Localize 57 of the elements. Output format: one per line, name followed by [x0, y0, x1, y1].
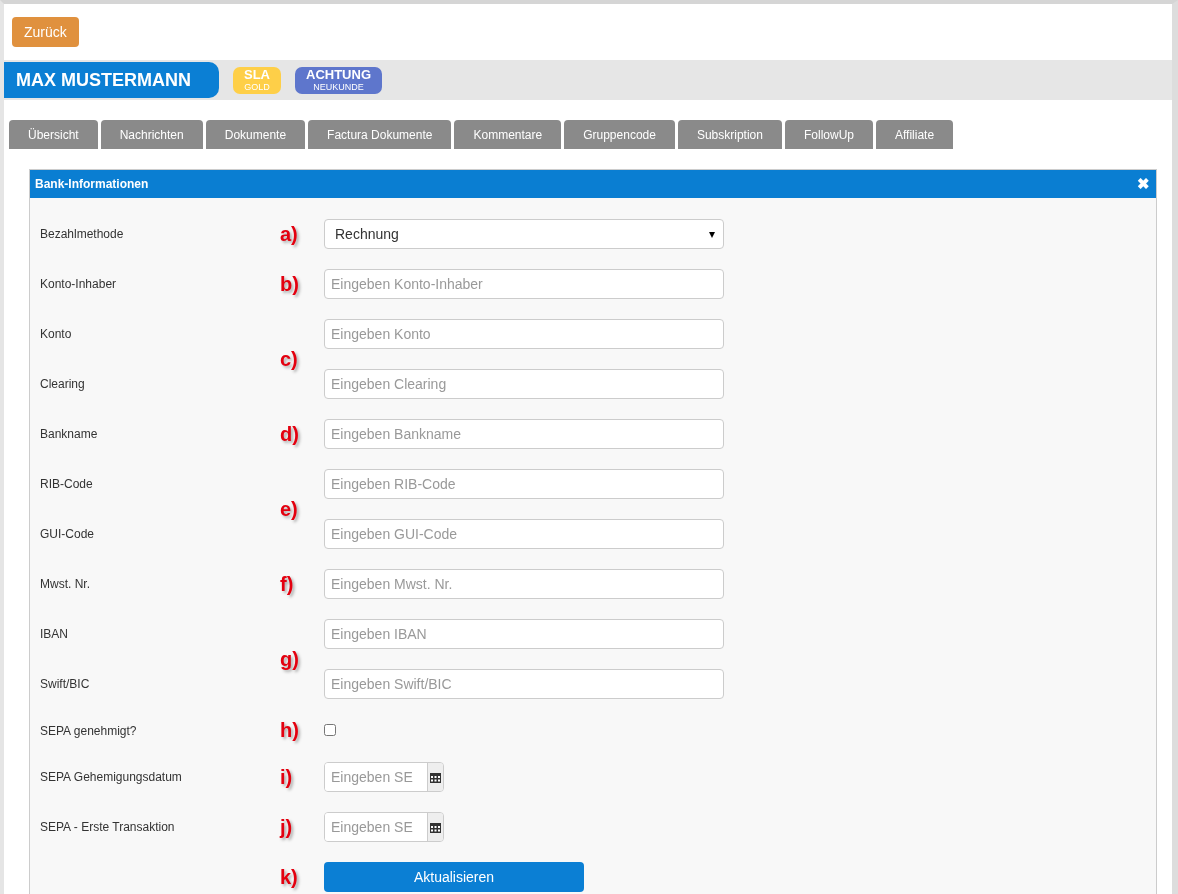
customer-badge: SLA GOLD	[233, 66, 281, 94]
annotation-marker: c)	[280, 347, 298, 371]
field-label: Bankname	[40, 427, 99, 441]
tab[interactable]: Affiliate	[876, 120, 954, 149]
tab[interactable]: Factura Dokumente	[308, 120, 452, 149]
field-label: Mwst. Nr.	[40, 577, 91, 591]
close-button[interactable]: ✖	[1137, 175, 1150, 193]
annotation-marker: b)	[280, 272, 299, 296]
tab[interactable]: Kommentare	[454, 120, 562, 149]
tab[interactable]: Übersicht	[9, 120, 98, 149]
input-field[interactable]: Eingeben GUI-Code	[324, 519, 724, 549]
field-label: SEPA Gehemigungsdatum	[40, 770, 183, 784]
date-field[interactable]: Eingeben SE	[324, 812, 444, 842]
checkbox[interactable]	[324, 724, 336, 736]
annotation-marker: f)	[280, 572, 294, 596]
calendar-icon	[430, 771, 441, 783]
date-field[interactable]: Eingeben SE	[324, 762, 444, 792]
input-field[interactable]: Eingeben Konto-Inhaber	[324, 269, 724, 299]
tab[interactable]: Dokumente	[205, 120, 306, 149]
customer-badge: ACHTUNG NEUKUNDE	[295, 66, 382, 94]
field-label: Konto	[40, 327, 73, 341]
tab[interactable]: Subskription	[677, 120, 782, 149]
field-label: Swift/BIC	[40, 677, 91, 691]
input-field[interactable]: Eingeben IBAN	[324, 619, 724, 649]
annotation-marker: i)	[280, 765, 293, 789]
field-label: Bezahlmethode	[40, 227, 125, 241]
input-field[interactable]: Eingeben Bankname	[324, 419, 724, 449]
field-label: GUI-Code	[40, 527, 96, 541]
field-label: IBAN	[40, 627, 69, 641]
annotation-marker: e)	[280, 497, 298, 521]
input-field[interactable]: Eingeben Konto	[324, 319, 724, 349]
input-field[interactable]: Eingeben Clearing	[324, 369, 724, 399]
field-label: RIB-Code	[40, 477, 94, 491]
annotation-marker: j)	[280, 815, 293, 839]
field-label: Clearing	[40, 377, 86, 391]
annotation-marker: d)	[280, 422, 299, 446]
tab[interactable]: Nachrichten	[100, 120, 203, 149]
field-label: SEPA - Erste Transaktion	[40, 820, 176, 834]
calendar-icon	[430, 821, 441, 833]
tab[interactable]: FollowUp	[784, 120, 873, 149]
field-label: Konto-Inhaber	[40, 277, 118, 291]
back-button[interactable]: Zurück	[12, 17, 79, 47]
calendar-button[interactable]	[427, 763, 443, 791]
tab[interactable]: Gruppencode	[564, 120, 675, 149]
annotation-marker: h)	[280, 719, 299, 742]
field-label: SEPA genehmigt?	[40, 723, 138, 738]
update-button[interactable]: Aktualisieren	[324, 862, 584, 892]
panel-title: Bank-Informationen	[35, 177, 149, 191]
input-field[interactable]: Eingeben RIB-Code	[324, 469, 724, 499]
input-field[interactable]: Eingeben Swift/BIC	[324, 669, 724, 699]
annotation-marker: k)	[280, 865, 298, 889]
calendar-button[interactable]	[427, 813, 443, 841]
annotation-marker: a)	[280, 222, 298, 246]
input-field[interactable]: Eingeben Mwst. Nr.	[324, 569, 724, 599]
customer-name: MAX MUSTERMANN	[4, 62, 219, 98]
annotation-marker: g)	[280, 647, 299, 671]
dropdown[interactable]: Rechnung ▾	[324, 219, 724, 249]
